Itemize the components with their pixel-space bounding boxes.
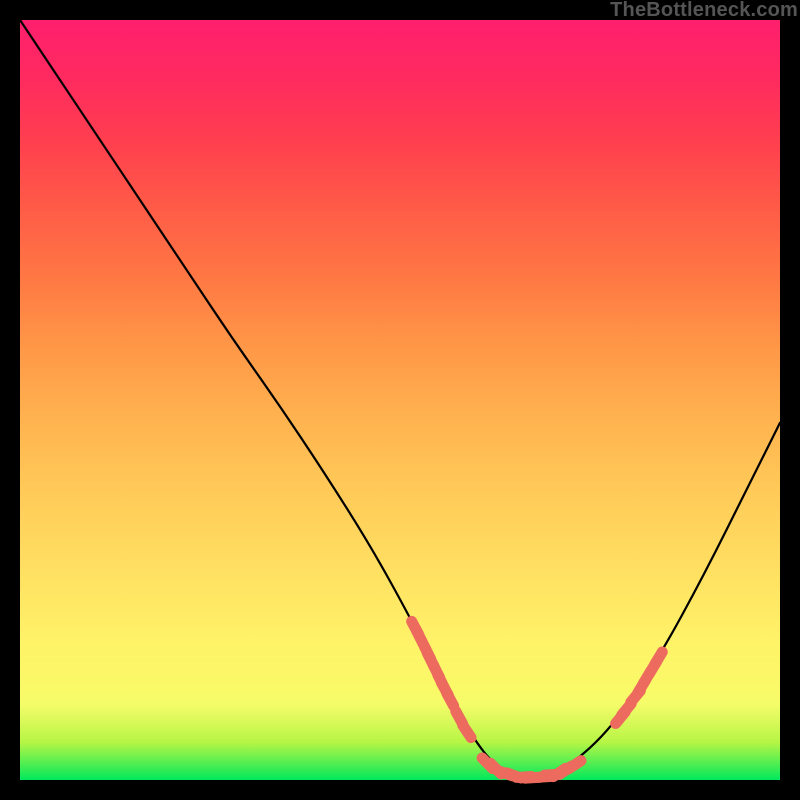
curve-marker: [463, 725, 471, 737]
curve-marker: [569, 761, 581, 769]
chart-frame: [20, 20, 780, 780]
chart-svg-layer: [20, 20, 780, 780]
watermark-text: TheBottleneck.com: [610, 0, 798, 22]
curve-markers: [412, 621, 663, 778]
curve-marker: [447, 693, 454, 706]
curve-marker: [655, 652, 663, 665]
bottleneck-curve: [20, 20, 780, 776]
